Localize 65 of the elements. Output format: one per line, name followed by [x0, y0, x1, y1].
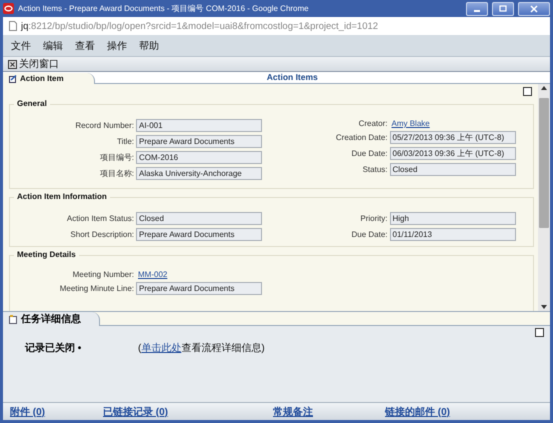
value-field[interactable]: 01/11/2013: [390, 228, 516, 241]
field-label: Priority:: [359, 214, 388, 223]
footer-link[interactable]: 链接的邮件 (0): [385, 404, 450, 418]
footer-link[interactable]: 常规备注: [273, 404, 313, 418]
value-field[interactable]: Prepare Award Documents: [136, 228, 262, 241]
value-field[interactable]: 06/03/2013 09:36 上午 (UTC-8): [390, 147, 516, 160]
field-label: Action Item Status:: [66, 214, 134, 223]
footer-link[interactable]: 附件 (0): [10, 404, 45, 418]
maximize-icon: [499, 5, 507, 12]
field-label: Meeting Minute Line:: [58, 284, 134, 293]
value-field[interactable]: High: [390, 212, 516, 225]
record-status: 记录已关闭 •: [25, 342, 82, 355]
field-label: Short Description:: [69, 230, 134, 239]
field-label: 项目编号:: [98, 152, 134, 163]
section-title: Meeting Details: [14, 250, 79, 259]
field-label: Record Number:: [74, 121, 134, 130]
minimize-button[interactable]: [466, 2, 488, 16]
value-field[interactable]: 05/27/2013 09:36 上午 (UTC-8): [390, 131, 516, 144]
click-here-link[interactable]: 单击此处: [141, 343, 182, 354]
menu-item[interactable]: 文件: [11, 38, 31, 52]
value-field[interactable]: COM-2016: [136, 151, 262, 164]
scroll-up-icon[interactable]: [541, 86, 547, 90]
close-icon: [8, 60, 17, 68]
clipboard-icon: [9, 314, 18, 324]
page-icon: [9, 21, 17, 31]
value-field[interactable]: Closed: [390, 163, 516, 176]
close-window-button[interactable]: 关闭窗口: [8, 57, 59, 71]
menu-item[interactable]: 操作: [107, 38, 127, 52]
field-label: Due Date:: [350, 149, 388, 158]
value-field[interactable]: Alaska University-Anchorage: [136, 167, 262, 180]
url-path[interactable]: :8212/bp/studio/bp/log/open?srcid=1&model=uai8&fromcostlog=1&project_id=1012: [28, 20, 378, 32]
scroll-down-icon[interactable]: [541, 305, 547, 309]
section-title: Action Item Information: [14, 192, 110, 201]
field-label: 项目名称:: [98, 168, 134, 179]
detail-tab[interactable]: 任务详细信息: [3, 312, 100, 326]
section-title: General: [14, 99, 50, 108]
menu-item[interactable]: 帮助: [139, 38, 159, 52]
window-title: Action Items - Prepare Award Documents - 项目编号 COM-2016 - Google Chrome: [18, 3, 310, 14]
url-host[interactable]: jq: [21, 20, 28, 32]
close-icon: [530, 4, 538, 12]
field-label: Meeting Number:: [72, 270, 134, 279]
field-label: Due Date:: [350, 230, 388, 239]
maximize-button[interactable]: [492, 2, 514, 16]
footer-link[interactable]: 已链接记录 (0): [103, 404, 168, 418]
value-field[interactable]: AI-001: [136, 119, 262, 132]
maximize-panel-icon[interactable]: [523, 87, 532, 96]
value-field[interactable]: Prepare Award Documents: [136, 282, 262, 295]
field-label: Creation Date:: [334, 133, 388, 142]
scrollbar[interactable]: [538, 84, 550, 311]
process-details-note: (单击此处查看流程详细信息): [138, 342, 265, 355]
tab[interactable]: Action Item: [3, 73, 95, 84]
field-label: Status:: [362, 165, 388, 174]
page-title: Action Items: [266, 72, 319, 82]
value-field[interactable]: Prepare Award Documents: [136, 135, 262, 148]
close-button[interactable]: [518, 2, 550, 16]
value-link[interactable]: MM-002: [136, 270, 168, 279]
edit-icon: [9, 74, 17, 82]
maximize-panel-icon[interactable]: [535, 328, 544, 337]
value-link[interactable]: Amy Blake: [390, 119, 430, 128]
value-field[interactable]: Closed: [136, 212, 262, 225]
menu-item[interactable]: 查看: [75, 38, 95, 52]
app-icon: [3, 3, 14, 14]
menu-item[interactable]: 编辑: [43, 38, 63, 52]
field-label: Creator:: [358, 119, 388, 128]
field-label: Title:: [116, 137, 134, 146]
